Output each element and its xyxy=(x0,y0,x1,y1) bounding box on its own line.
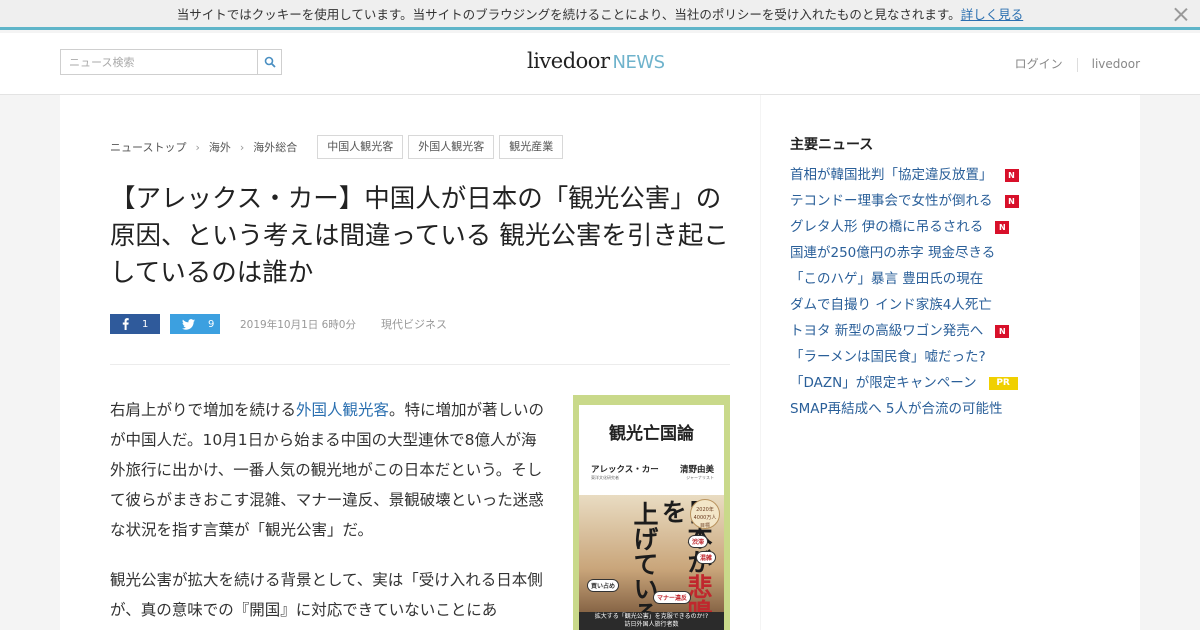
news-item-label[interactable]: 「ラーメンは国民食」嘘だった? xyxy=(790,347,986,367)
pr-badge: PR xyxy=(988,377,1018,390)
tag-foreign-tourists[interactable]: 外国人観光客 xyxy=(408,135,495,159)
book-cover-image[interactable]: 観光亡国論 アレックス・カー 東洋文化研究者 清野由美 ジャーナリスト 日本が悲… xyxy=(573,395,730,630)
book-author-2: 清野由美 xyxy=(679,465,714,475)
cookie-message: 当サイトではクッキーを使用しています。当サイトのブラウジングを続けることにより、… xyxy=(176,7,961,22)
site-logo[interactable]: livedoor NEWS xyxy=(527,49,665,73)
news-item[interactable]: 「このハゲ」暴言 豊田氏の現在 xyxy=(790,269,1019,295)
search-input[interactable] xyxy=(61,50,257,74)
book-cover-panel: 観光亡国論 アレックス・カー 東洋文化研究者 清野由美 ジャーナリスト 日本が悲… xyxy=(579,405,724,630)
facebook-count: 1 xyxy=(142,318,149,330)
news-item[interactable]: 首相が韓国批判「協定違反放置」 N xyxy=(790,165,1019,191)
logo-livedoor: livedoor xyxy=(527,49,610,73)
paragraph-text: 右肩上がりで増加を続ける xyxy=(110,401,297,419)
cookie-banner: 当サイトではクッキーを使用しています。当サイトのブラウジングを続けることにより、… xyxy=(0,0,1200,30)
new-badge: N xyxy=(1004,169,1019,182)
news-item-label[interactable]: 国連が250億円の赤字 現金尽きる xyxy=(790,243,995,263)
book-bubble-buying: 買い占め xyxy=(587,579,620,592)
cookie-details-link[interactable]: 詳しく見る xyxy=(961,7,1024,22)
logo-news: NEWS xyxy=(612,52,666,73)
book-title: 観光亡国論 xyxy=(609,424,694,444)
search-icon xyxy=(264,56,276,68)
header-nav: ログイン livedoor xyxy=(1015,55,1140,72)
foreign-tourists-link[interactable]: 外国人観光客 xyxy=(296,401,389,419)
book-author-1-role: 東洋文化研究者 xyxy=(591,475,619,480)
book-bubble-crowding: 混雑 xyxy=(695,551,716,564)
book-cover-art: 日本が悲鳴を 上げている 2020年 4000万人 目標 渋滞 混雑 マナー違反… xyxy=(579,495,724,630)
nav-divider xyxy=(1076,57,1078,72)
article-date: 2019年10月1日 6時0分 xyxy=(240,318,356,331)
twitter-count: 9 xyxy=(208,318,215,330)
news-item[interactable]: 「ラーメンは国民食」嘘だった? xyxy=(790,347,1019,373)
breadcrumb-item-overseas[interactable]: 海外 xyxy=(209,139,231,155)
livedoor-link[interactable]: livedoor xyxy=(1092,57,1140,71)
news-item-label[interactable]: グレタ人形 伊の橋に吊るされる xyxy=(790,217,983,237)
close-icon[interactable] xyxy=(1174,7,1188,21)
breadcrumb-item-overseas-general[interactable]: 海外総合 xyxy=(253,139,297,155)
sidebar: 主要ニュース 首相が韓国批判「協定違反放置」 N テコンドー理事会で女性が倒れる N… xyxy=(761,95,1140,630)
facebook-icon xyxy=(122,318,129,330)
article-body: 右肩上がりで増加を続ける外国人観光客。特に増加が著しいのが中国人だ。10月1日か… xyxy=(110,395,545,630)
facebook-share-button[interactable]: 1 xyxy=(110,314,160,334)
news-item[interactable]: テコンドー理事会で女性が倒れる N xyxy=(790,191,1019,217)
search-button[interactable] xyxy=(257,50,281,74)
twitter-share-button[interactable]: 9 xyxy=(170,314,220,334)
news-item-label[interactable]: 首相が韓国批判「協定違反放置」 xyxy=(790,165,993,185)
new-badge: N xyxy=(1004,195,1019,208)
divider xyxy=(110,364,730,365)
news-item-label[interactable]: 「このハゲ」暴言 豊田氏の現在 xyxy=(790,269,983,289)
news-item-label[interactable]: ダムで自撮り インド家族4人死亡 xyxy=(790,295,992,315)
book-author-2-role: ジャーナリスト xyxy=(686,475,714,480)
breadcrumb-item-top[interactable]: ニューストップ xyxy=(110,139,186,155)
top-news-list: 首相が韓国批判「協定違反放置」 N テコンドー理事会で女性が倒れる N グレタ人形 … xyxy=(790,165,1019,425)
news-item-label[interactable]: 「DAZN」が限定キャンペーン xyxy=(790,373,977,393)
login-link[interactable]: ログイン xyxy=(1015,55,1063,72)
sidebar-heading: 主要ニュース xyxy=(790,137,874,153)
tag-tourism-industry[interactable]: 観光産業 xyxy=(499,135,564,159)
book-target-badge: 2020年 4000万人 目標 xyxy=(690,499,720,529)
chevron-right-icon: › xyxy=(195,140,200,154)
news-item-label[interactable]: トヨタ 新型の高級ワゴン発売へ xyxy=(790,321,983,341)
share-bar: 1 9 2019年10月1日 6時0分 現代ビジネス xyxy=(110,314,447,334)
tag-chinese-tourists[interactable]: 中国人観光客 xyxy=(317,135,404,159)
article-title: 【アレックス・カー】中国人が日本の「観光公害」の原因、という考えは間違っている … xyxy=(110,184,729,288)
book-bubble-manners: マナー違反 xyxy=(653,591,692,604)
news-item[interactable]: 「DAZN」が限定キャンペーン PR xyxy=(790,373,1019,399)
article-source[interactable]: 現代ビジネス xyxy=(381,316,447,332)
band-text: 拡大する「観光公害」を克服できるのか!? xyxy=(594,613,709,620)
paragraph: 右肩上がりで増加を続ける外国人観光客。特に増加が著しいのが中国人だ。10月1日か… xyxy=(110,395,545,545)
site-header: livedoorNEWS ログインlivedoor xyxy=(0,33,1200,95)
news-item[interactable]: 国連が250億円の赤字 現金尽きる xyxy=(790,243,1019,269)
book-band: 拡大する「観光公害」を克服できるのか!? 訪日外国人旅行者数 xyxy=(579,612,724,630)
breadcrumb: ニューストップ › 海外 › 海外総合 中国人観光客 外国人観光客 観光産業 xyxy=(110,135,564,159)
paragraph: 観光公害が拡大を続ける背景として、実は「受け入れる日本側が、真の意味での『開国』… xyxy=(110,571,543,619)
news-item-label[interactable]: SMAP再結成へ 5人が合流の可能性 xyxy=(790,399,1002,419)
band-text: 訪日外国人旅行者数 xyxy=(624,621,679,628)
chevron-right-icon: › xyxy=(239,140,245,154)
new-badge: N xyxy=(995,325,1010,338)
new-badge: N xyxy=(995,221,1010,234)
article-container: ニューストップ › 海外 › 海外総合 中国人観光客 外国人観光客 観光産業 【… xyxy=(60,95,760,630)
book-headline-col2: 上げている xyxy=(630,501,659,626)
news-item[interactable]: SMAP再結成へ 5人が合流の可能性 xyxy=(790,399,1019,425)
headline-text: を xyxy=(658,499,687,524)
news-item[interactable]: トヨタ 新型の高級ワゴン発売へ N xyxy=(790,321,1019,347)
search-box xyxy=(60,49,282,75)
book-bubble-traffic: 渋滞 xyxy=(687,535,708,548)
twitter-icon xyxy=(182,318,195,330)
book-author-1: アレックス・カー xyxy=(591,465,659,475)
paragraph-text: 。特に増加が著しいのが中国人だ。10月1日から始まる中国の大型連休で8億人が海外… xyxy=(110,401,545,539)
news-item-label[interactable]: テコンドー理事会で女性が倒れる xyxy=(790,191,993,211)
news-item[interactable]: グレタ人形 伊の橋に吊るされる N xyxy=(790,217,1019,243)
news-item[interactable]: ダムで自撮り インド家族4人死亡 xyxy=(790,295,1019,321)
